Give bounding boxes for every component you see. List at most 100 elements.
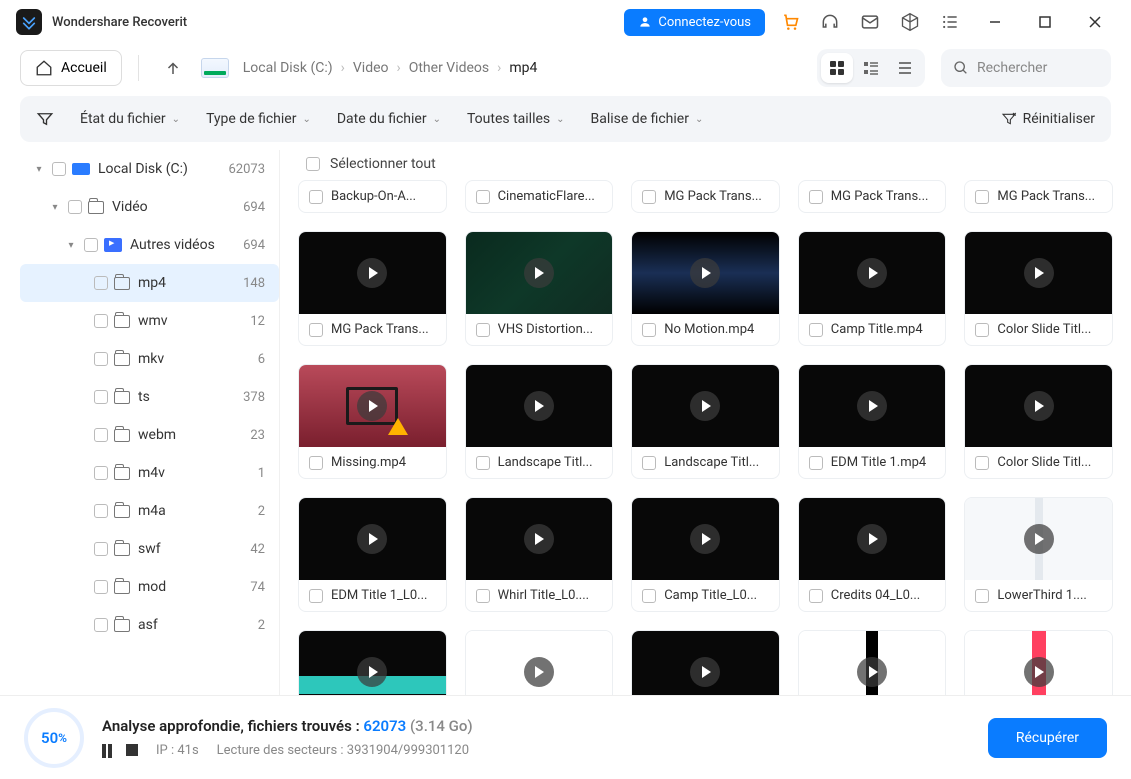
checkbox[interactable]	[94, 352, 108, 366]
reset-filters-button[interactable]: Réinitialiser	[1001, 111, 1095, 127]
select-all[interactable]: Sélectionner tout	[298, 156, 1113, 172]
checkbox[interactable]	[809, 589, 823, 603]
checkbox[interactable]	[809, 323, 823, 337]
checkbox[interactable]	[642, 456, 656, 470]
checkbox[interactable]	[94, 580, 108, 594]
file-card[interactable]: No Motion.mp4	[631, 231, 780, 346]
checkbox[interactable]	[809, 190, 823, 204]
checkbox[interactable]	[476, 190, 490, 204]
close-button[interactable]	[1075, 2, 1115, 42]
minimize-button[interactable]	[975, 2, 1015, 42]
mail-icon[interactable]	[855, 7, 885, 37]
file-card[interactable]: Backup-On-A...	[298, 180, 447, 213]
file-card[interactable]: Color Slide Titl...	[964, 364, 1113, 479]
tree-item-m4a[interactable]: m4a 2	[20, 492, 279, 530]
checkbox[interactable]	[975, 589, 989, 603]
file-card[interactable]: MG Pack Trans...	[631, 180, 780, 213]
collapse-icon[interactable]: ▾	[64, 240, 78, 251]
crumb-mp4[interactable]: mp4	[509, 60, 537, 76]
file-card[interactable]: CinematicFlare...	[465, 180, 614, 213]
checkbox[interactable]	[809, 456, 823, 470]
file-card[interactable]: MG Pack Trans...	[798, 180, 947, 213]
checkbox[interactable]	[642, 190, 656, 204]
checkbox[interactable]	[94, 466, 108, 480]
file-card[interactable]	[964, 630, 1113, 695]
filter-state[interactable]: État du fichier⌄	[80, 111, 180, 127]
tree-other-videos[interactable]: ▾ Autres vidéos 694	[20, 226, 279, 264]
checkbox[interactable]	[309, 589, 323, 603]
file-card[interactable]: Whirl Title_L0....	[465, 497, 614, 612]
checkbox[interactable]	[94, 276, 108, 290]
file-card[interactable]: MG Pack Trans...	[964, 180, 1113, 213]
filter-date[interactable]: Date du fichier⌄	[337, 111, 441, 127]
collapse-icon[interactable]: ▾	[32, 164, 46, 175]
tree-item-wmv[interactable]: wmv 12	[20, 302, 279, 340]
file-card[interactable]: MG Pack Trans...	[298, 231, 447, 346]
checkbox[interactable]	[642, 589, 656, 603]
connect-button[interactable]: Connectez-vous	[624, 9, 765, 36]
stop-button[interactable]	[126, 744, 138, 756]
file-card[interactable]: Missing.mp4	[298, 364, 447, 479]
checkbox[interactable]	[94, 542, 108, 556]
tree-item-webm[interactable]: webm 23	[20, 416, 279, 454]
checkbox[interactable]	[975, 456, 989, 470]
file-card[interactable]	[798, 630, 947, 695]
tree-item-ts[interactable]: ts 378	[20, 378, 279, 416]
crumb-other[interactable]: Other Videos	[409, 60, 489, 76]
view-detail-button[interactable]	[855, 53, 887, 83]
checkbox[interactable]	[68, 200, 82, 214]
tree-root[interactable]: ▾ Local Disk (C:) 62073	[20, 150, 279, 188]
tree-item-asf[interactable]: asf 2	[20, 606, 279, 644]
pause-button[interactable]	[102, 744, 118, 758]
file-card[interactable]: Camp Title.mp4	[798, 231, 947, 346]
file-card[interactable]	[298, 630, 447, 695]
checkbox[interactable]	[476, 589, 490, 603]
tree-item-mp4[interactable]: mp4 148	[20, 264, 279, 302]
box-icon[interactable]	[895, 7, 925, 37]
view-grid-button[interactable]	[821, 53, 853, 83]
file-card[interactable]	[631, 630, 780, 695]
filter-tag[interactable]: Balise de fichier⌄	[591, 111, 704, 127]
file-card[interactable]: Credits 04_L0...	[798, 497, 947, 612]
file-card[interactable]: Camp Title_L0...	[631, 497, 780, 612]
maximize-button[interactable]	[1025, 2, 1065, 42]
list-icon[interactable]	[935, 7, 965, 37]
cart-icon[interactable]	[775, 7, 805, 37]
file-card[interactable]	[465, 630, 614, 695]
tree-video[interactable]: ▾ Vidéo 694	[20, 188, 279, 226]
checkbox[interactable]	[642, 323, 656, 337]
view-list-button[interactable]	[889, 53, 921, 83]
checkbox[interactable]	[309, 190, 323, 204]
checkbox[interactable]	[476, 456, 490, 470]
nav-up-button[interactable]	[155, 50, 191, 86]
checkbox[interactable]	[309, 456, 323, 470]
checkbox[interactable]	[94, 314, 108, 328]
recover-button[interactable]: Récupérer	[988, 718, 1107, 758]
tree-item-mod[interactable]: mod 74	[20, 568, 279, 606]
tree-item-m4v[interactable]: m4v 1	[20, 454, 279, 492]
file-card[interactable]: Landscape Titl...	[465, 364, 614, 479]
file-card[interactable]: LowerThird 1....	[964, 497, 1113, 612]
checkbox[interactable]	[94, 618, 108, 632]
file-card[interactable]: Color Slide Titl...	[964, 231, 1113, 346]
file-card[interactable]: EDM Title 1.mp4	[798, 364, 947, 479]
tree-item-mkv[interactable]: mkv 6	[20, 340, 279, 378]
home-button[interactable]: Accueil	[20, 50, 122, 86]
crumb-disk[interactable]: Local Disk (C:)	[243, 60, 333, 76]
filter-size[interactable]: Toutes tailles⌄	[467, 111, 565, 127]
crumb-video[interactable]: Video	[353, 60, 389, 76]
tree-item-swf[interactable]: swf 42	[20, 530, 279, 568]
checkbox[interactable]	[476, 323, 490, 337]
checkbox[interactable]	[94, 390, 108, 404]
checkbox[interactable]	[975, 190, 989, 204]
checkbox[interactable]	[309, 323, 323, 337]
file-card[interactable]: VHS Distortion...	[465, 231, 614, 346]
checkbox[interactable]	[84, 238, 98, 252]
file-card[interactable]: EDM Title 1_L0...	[298, 497, 447, 612]
checkbox[interactable]	[94, 428, 108, 442]
filter-type[interactable]: Type de fichier⌄	[206, 111, 311, 127]
file-card[interactable]: Landscape Titl...	[631, 364, 780, 479]
checkbox[interactable]	[975, 323, 989, 337]
headset-icon[interactable]	[815, 7, 845, 37]
checkbox[interactable]	[306, 157, 320, 171]
